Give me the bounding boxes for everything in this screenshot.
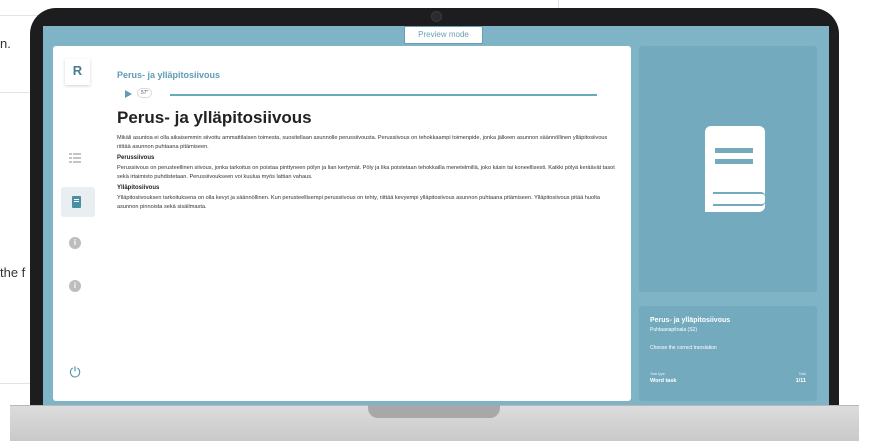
preview-mode-badge: Preview mode: [404, 26, 483, 44]
task-instruction: Choose the correct translation: [650, 345, 717, 351]
background-text-mid: the f: [0, 265, 26, 280]
task-subtitle: Puhtaanapitoala (S2): [650, 327, 697, 333]
power-icon[interactable]: ⏻: [68, 365, 82, 379]
task-type-value: Word task: [650, 378, 677, 384]
intro-paragraph: Mikäli asuntoa ei olla aikaisemmin siivo…: [117, 135, 608, 150]
audio-player: 57": [125, 88, 597, 100]
section-heading: Ylläpitosiivous: [117, 185, 160, 192]
task-card[interactable]: Perus- ja ylläpitosiivous Puhtaanapitoal…: [639, 306, 817, 401]
info-icon-secondary[interactable]: i: [69, 280, 81, 292]
laptop-base-notch: [368, 405, 500, 418]
play-icon[interactable]: [125, 90, 132, 98]
book-icon[interactable]: [72, 196, 81, 208]
task-number-value: 1/11: [795, 378, 806, 384]
book-icon-large: [705, 126, 765, 212]
info-icon[interactable]: i: [69, 237, 81, 249]
screen: Preview mode R i i ⏻ Perus- ja ylläpitos…: [43, 26, 829, 406]
task-type-label: Task type: [650, 372, 665, 376]
audio-progress-track[interactable]: [170, 94, 597, 96]
lesson-panel: R i i ⏻ Perus- ja ylläpitosiivous 57" Pe…: [53, 46, 631, 401]
task-title: Perus- ja ylläpitosiivous: [650, 317, 731, 324]
app-logo[interactable]: R: [65, 59, 90, 85]
illustration-card: [639, 46, 817, 292]
section-paragraph: Ylläpitosiivouksen tarkoituksena on olla…: [117, 195, 600, 210]
background-panel-edge: [0, 92, 30, 384]
section-paragraph: Perussiivous on perusteellinen siivous, …: [117, 165, 615, 180]
section-heading: Perussiivous: [117, 155, 155, 162]
camera-icon: [431, 11, 442, 22]
audio-duration: 57": [137, 88, 153, 98]
breadcrumb: Perus- ja ylläpitosiivous: [117, 70, 221, 80]
task-number-label: Task: [798, 372, 806, 376]
grid-icon[interactable]: [69, 152, 81, 164]
page-title: Perus- ja ylläpitosiivous: [117, 108, 312, 127]
background-text-top: n.: [0, 36, 11, 51]
lesson-body: Mikäli asuntoa ei olla aikaisemmin siivo…: [117, 134, 617, 212]
